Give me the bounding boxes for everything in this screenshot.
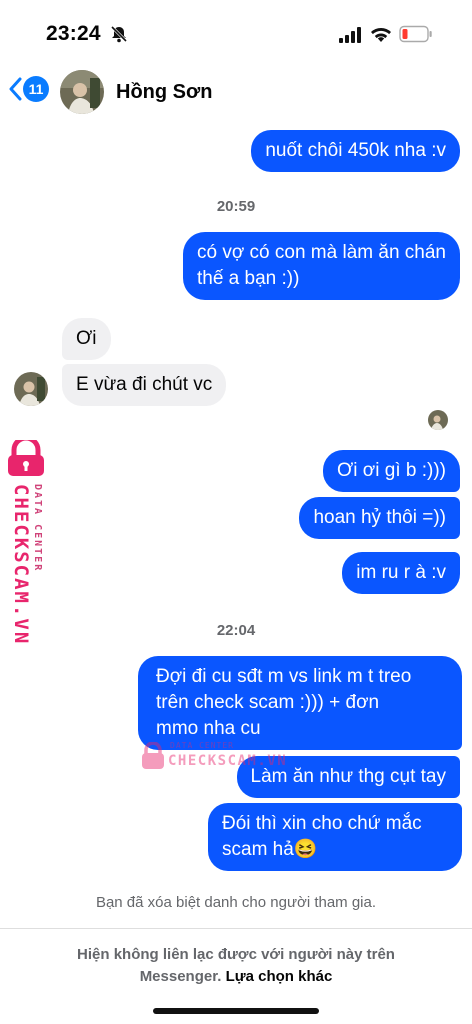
message-text: Đợi đi cu sđt m vs link m t treo <box>156 666 412 687</box>
message-text: scam hả😆 <box>222 839 318 860</box>
watermark-brand: CHECKSCAM.VN <box>168 753 288 769</box>
status-bar: 23:24 <box>0 0 472 64</box>
message-outgoing[interactable]: Đợi đi cu sđt m vs link m t treo trên ch… <box>138 656 462 750</box>
sender-avatar[interactable] <box>14 372 48 406</box>
avatar-photo <box>428 410 448 430</box>
back-button[interactable]: 11 <box>8 76 49 102</box>
timestamp: 20:59 <box>216 198 256 215</box>
avatar-photo <box>60 70 104 114</box>
message-text: Ơi <box>76 328 97 349</box>
message-outgoing[interactable]: hoan hỷ thôi =)) <box>299 497 460 539</box>
status-time: 23:24 <box>46 22 101 45</box>
message-outgoing[interactable]: Ơi ơi gì b :))) <box>323 450 460 492</box>
contact-name[interactable]: Hồng Sơn <box>116 81 212 104</box>
other-options-link[interactable]: Lựa chọn khác <box>226 968 333 985</box>
watermark-vertical: CHECKSCAM.VN DATA CENTER <box>4 435 52 645</box>
padlock-icon <box>8 435 44 476</box>
message-text: E vừa đi chút vc <box>76 374 213 395</box>
message-outgoing[interactable]: nuốt chôi 450k nha :v <box>251 130 460 172</box>
message-outgoing[interactable]: có vợ có con mà làm ăn chán thế a bạn :)… <box>182 232 460 300</box>
battery-low-icon <box>399 25 432 43</box>
padlock-icon <box>142 742 164 769</box>
message-text: mmo nha cu <box>156 718 261 739</box>
signal-icon <box>339 27 361 43</box>
wifi-icon <box>371 28 391 42</box>
timestamp: 22:04 <box>216 622 256 639</box>
seen-receipt-avatar <box>428 410 448 430</box>
home-indicator[interactable] <box>153 1008 319 1014</box>
chevron-left-icon <box>9 77 22 101</box>
message-text: thế a bạn :)) <box>196 268 300 289</box>
watermark-tagline: DATA CENTER <box>170 741 234 750</box>
unavailable-notice: Hiện không liên lạc được với người này t… <box>30 944 442 988</box>
notice-line: Messenger. Lựa chọn khác <box>30 966 442 988</box>
system-notice: Bạn đã xóa biệt danh cho người tham gia. <box>95 894 377 911</box>
notice-line: Hiện không liên lạc được với người này t… <box>77 946 395 963</box>
avatar-photo <box>14 372 48 406</box>
message-incoming[interactable]: Ơi <box>62 318 111 360</box>
unread-count-badge: 11 <box>23 76 49 102</box>
message-text: Ơi ơi gì b :))) <box>337 460 446 481</box>
notice-text: Messenger. <box>139 968 226 985</box>
message-text: hoan hỷ thôi =)) <box>313 507 446 528</box>
message-text: im ru r à :v <box>356 562 446 583</box>
watermark-brand: CHECKSCAM.VN <box>10 484 32 646</box>
message-text: Đói thì xin cho chứ mắc <box>222 813 422 834</box>
message-incoming[interactable]: E vừa đi chút vc <box>62 364 227 406</box>
message-text: có vợ có con mà làm ăn chán <box>196 242 446 263</box>
message-text: trên check scam :))) + đơn <box>156 692 380 713</box>
message-outgoing[interactable]: im ru r à :v <box>342 552 460 594</box>
message-text: nuốt chôi 450k nha :v <box>265 140 446 161</box>
message-outgoing[interactable]: Đói thì xin cho chứ mắc scam hả😆 <box>208 803 462 871</box>
watermark-tagline: DATA CENTER <box>32 484 43 573</box>
contact-avatar[interactable] <box>60 70 104 114</box>
divider <box>0 928 472 929</box>
conversation-header: 11 Hồng Sơn <box>0 64 472 120</box>
watermark-center: DATA CENTER CHECKSCAM.VN <box>140 740 310 772</box>
bell-muted-icon <box>110 25 128 43</box>
